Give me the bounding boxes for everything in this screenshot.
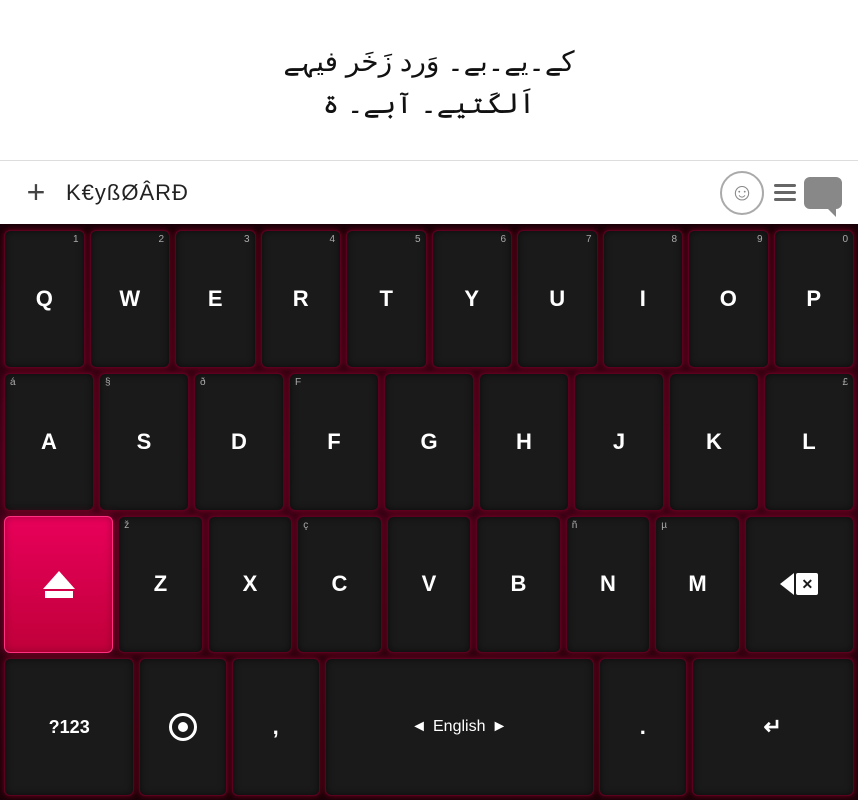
key-k[interactable]: K	[669, 373, 759, 511]
key-r-super: 4	[329, 234, 335, 245]
num-label: ?123	[49, 717, 90, 738]
key-m[interactable]: µM	[655, 516, 740, 654]
key-y-super: 6	[500, 234, 506, 245]
toolbar: + ☺	[0, 160, 858, 224]
key-n[interactable]: ñN	[566, 516, 651, 654]
key-i-super: 8	[671, 234, 677, 245]
emoji-icon-face: ☺	[730, 179, 755, 207]
key-f[interactable]: FF	[289, 373, 379, 511]
key-c-super: ç	[303, 520, 308, 531]
comma-label: ,	[273, 714, 279, 740]
key-s-super: §	[105, 377, 111, 388]
key-b[interactable]: B	[476, 516, 561, 654]
key-j[interactable]: J	[574, 373, 664, 511]
menu-lines-icon	[774, 184, 796, 201]
key-a-super: á	[10, 377, 16, 388]
speech-bubble-icon	[804, 177, 842, 209]
enter-key[interactable]: ↵	[692, 658, 854, 796]
shift-icon	[43, 571, 75, 598]
key-t-super: 5	[415, 234, 421, 245]
key-r[interactable]: 4R	[261, 230, 342, 368]
key-l-super: £	[842, 377, 848, 388]
key-u-super: 7	[586, 234, 592, 245]
add-icon[interactable]: +	[16, 174, 56, 211]
key-m-super: µ	[661, 520, 667, 531]
key-i[interactable]: 8I	[603, 230, 684, 368]
key-l[interactable]: £L	[764, 373, 854, 511]
backspace-icon: ✕	[780, 573, 818, 595]
enter-icon: ↵	[764, 714, 782, 740]
text-input[interactable]	[66, 180, 710, 206]
key-z-super: ž	[124, 520, 129, 531]
key-t[interactable]: 5T	[346, 230, 427, 368]
key-h[interactable]: H	[479, 373, 569, 511]
lang-left-arrow: ◄	[411, 718, 427, 736]
key-q-super: 1	[73, 234, 79, 245]
key-o[interactable]: 9O	[688, 230, 769, 368]
key-q[interactable]: 1Q	[4, 230, 85, 368]
key-row-3: žZ X çC V B ñN µM ✕	[4, 516, 854, 654]
key-v[interactable]: V	[387, 516, 472, 654]
key-a[interactable]: áA	[4, 373, 94, 511]
urdu-text-area: کے۔یے۔بے۔ وَرد زَخَر فیہے اَلکَتیے۔ آبے۔…	[0, 0, 858, 160]
key-f-super: F	[295, 377, 301, 388]
lang-label: English	[433, 718, 485, 736]
key-s[interactable]: §S	[99, 373, 189, 511]
key-d[interactable]: ðD	[194, 373, 284, 511]
key-row-2: áA §S ðD FF G H J K £L	[4, 373, 854, 511]
key-g[interactable]: G	[384, 373, 474, 511]
menu-button[interactable]	[774, 177, 842, 209]
key-row-bottom: ?123 , ◄ English ► . ↵	[4, 658, 854, 796]
period-label: .	[640, 714, 646, 740]
key-c[interactable]: çC	[297, 516, 382, 654]
key-row-1: 1Q 2W 3E 4R 5T 6Y 7U 8I 9O 0P	[4, 230, 854, 368]
key-d-super: ð	[200, 377, 206, 388]
shift-key[interactable]	[4, 516, 113, 654]
key-o-super: 9	[757, 234, 763, 245]
key-p[interactable]: 0P	[774, 230, 855, 368]
settings-key[interactable]	[139, 658, 227, 796]
emoji-button[interactable]: ☺	[720, 171, 764, 215]
language-key[interactable]: ◄ English ►	[325, 658, 594, 796]
settings-icon	[169, 713, 197, 741]
key-w[interactable]: 2W	[90, 230, 171, 368]
urdu-line1: کے۔یے۔بے۔ وَرد زَخَر فیہے	[20, 41, 838, 83]
backspace-key[interactable]: ✕	[745, 516, 854, 654]
key-n-super: ñ	[572, 520, 578, 531]
language-selector: ◄ English ►	[411, 718, 507, 736]
comma-key[interactable]: ,	[232, 658, 320, 796]
period-key[interactable]: .	[599, 658, 687, 796]
key-p-super: 0	[842, 234, 848, 245]
urdu-line2: اَلکَتیے۔ آبے۔ ۃ	[20, 83, 838, 125]
num-key[interactable]: ?123	[4, 658, 134, 796]
lang-right-arrow: ►	[491, 718, 507, 736]
key-e-super: 3	[244, 234, 250, 245]
keyboard: 1Q 2W 3E 4R 5T 6Y 7U 8I 9O 0P áA §S ðD F…	[0, 224, 858, 800]
key-w-super: 2	[158, 234, 164, 245]
key-u[interactable]: 7U	[517, 230, 598, 368]
key-y[interactable]: 6Y	[432, 230, 513, 368]
key-e[interactable]: 3E	[175, 230, 256, 368]
key-z[interactable]: žZ	[118, 516, 203, 654]
key-x[interactable]: X	[208, 516, 293, 654]
